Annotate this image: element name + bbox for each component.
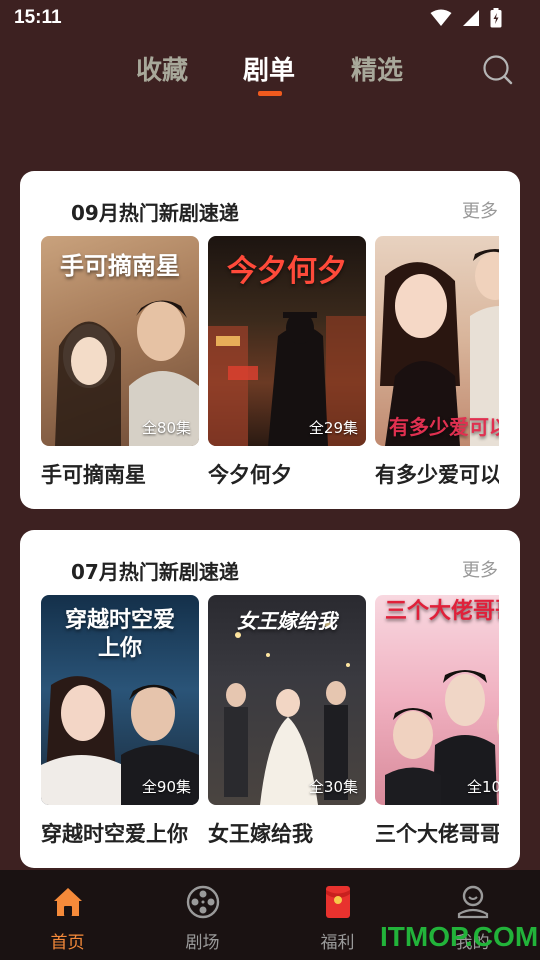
- drama-title[interactable]: 三个大佬哥哥: [375, 818, 499, 848]
- section-title: 07月热门新剧速递: [71, 560, 239, 584]
- drama-poster[interactable]: 女王嫁给我 全30集: [208, 595, 366, 805]
- status-icons: [430, 8, 502, 28]
- wifi-icon: [430, 9, 452, 26]
- drama-card[interactable]: 手可摘南星 全80集 手可摘南星: [41, 236, 199, 489]
- drama-card[interactable]: 女王嫁给我 全30集 女王嫁给我: [208, 595, 366, 848]
- search-icon: [483, 55, 513, 85]
- tab-playlist[interactable]: 剧单: [243, 50, 295, 87]
- drama-title[interactable]: 穿越时空爱上你: [41, 818, 199, 848]
- poster-title: 女王嫁给我: [237, 609, 337, 633]
- home-icon: [53, 888, 82, 916]
- watermark: ITMOP.COM: [380, 921, 539, 952]
- poster-title: 穿越时空爱上你: [64, 608, 175, 661]
- nav-label: 福利: [320, 933, 355, 953]
- drama-title[interactable]: 女王嫁给我: [208, 818, 366, 848]
- section-card-september: 09月热门新剧速递 更多 手可摘南星 全80集 手可摘南星 今夕何夕 全29集 …: [20, 171, 520, 509]
- episode-count: 全90集: [141, 778, 191, 796]
- drama-row: 穿越时空爱上你 全90集 穿越时空爱上你 女王嫁给我 全30集 女王嫁给我 三个…: [41, 595, 499, 857]
- poster-title: 有多少爱可以: [389, 415, 499, 439]
- nav-theater[interactable]: 剧场: [135, 870, 270, 960]
- drama-poster[interactable]: 有多少爱可以: [375, 236, 499, 446]
- episode-count: 全10: [467, 778, 499, 796]
- drama-title[interactable]: 今夕何夕: [208, 459, 366, 489]
- drama-card[interactable]: 有多少爱可以 有多少爱可以: [375, 236, 499, 489]
- battery-icon: [490, 8, 502, 28]
- more-link[interactable]: 更多: [462, 197, 498, 223]
- poster-title: 三个大佬哥哥: [385, 599, 499, 624]
- drama-card[interactable]: 三个大佬哥哥 全10 三个大佬哥哥: [375, 595, 499, 848]
- status-bar: 15:11: [0, 0, 540, 36]
- nav-home[interactable]: 首页: [0, 870, 135, 960]
- episode-count: 全30集: [308, 778, 358, 796]
- episode-count: 全80集: [141, 419, 191, 437]
- red-envelope-icon: [325, 886, 350, 918]
- tab-favorites[interactable]: 收藏: [136, 50, 188, 87]
- tab-featured[interactable]: 精选: [351, 50, 403, 87]
- drama-poster[interactable]: 穿越时空爱上你 全90集: [41, 595, 199, 805]
- drama-poster[interactable]: 手可摘南星 全80集: [41, 236, 199, 446]
- drama-title[interactable]: 手可摘南星: [41, 459, 199, 489]
- drama-title[interactable]: 有多少爱可以: [375, 459, 499, 489]
- section-card-july: 07月热门新剧速递 更多 穿越时空爱上你 全90集 穿越时空爱上你 女王嫁给我 …: [20, 530, 520, 868]
- poster-art: [385, 670, 499, 805]
- drama-card[interactable]: 穿越时空爱上你 全90集 穿越时空爱上你: [41, 595, 199, 848]
- search-button[interactable]: [482, 54, 514, 86]
- user-icon: [457, 885, 488, 919]
- film-reel-icon: [186, 885, 219, 919]
- episode-count: 全29集: [308, 419, 358, 437]
- section-title: 09月热门新剧速递: [71, 201, 239, 225]
- drama-card[interactable]: 今夕何夕 全29集 今夕何夕: [208, 236, 366, 489]
- more-link[interactable]: 更多: [462, 556, 498, 582]
- drama-row: 手可摘南星 全80集 手可摘南星 今夕何夕 全29集 今夕何夕 有多少爱可以 有…: [41, 236, 499, 498]
- top-tab-bar: 收藏 剧单 精选: [0, 46, 540, 106]
- active-tab-indicator: [258, 91, 282, 96]
- nav-label: 剧场: [185, 933, 220, 953]
- nav-label: 首页: [50, 933, 85, 953]
- status-time: 15:11: [14, 7, 62, 28]
- drama-poster[interactable]: 三个大佬哥哥 全10: [375, 595, 499, 805]
- poster-title: 手可摘南星: [60, 252, 180, 280]
- drama-poster[interactable]: 今夕何夕 全29集: [208, 236, 366, 446]
- poster-title: 今夕何夕: [227, 254, 347, 289]
- signal-icon: [463, 10, 479, 26]
